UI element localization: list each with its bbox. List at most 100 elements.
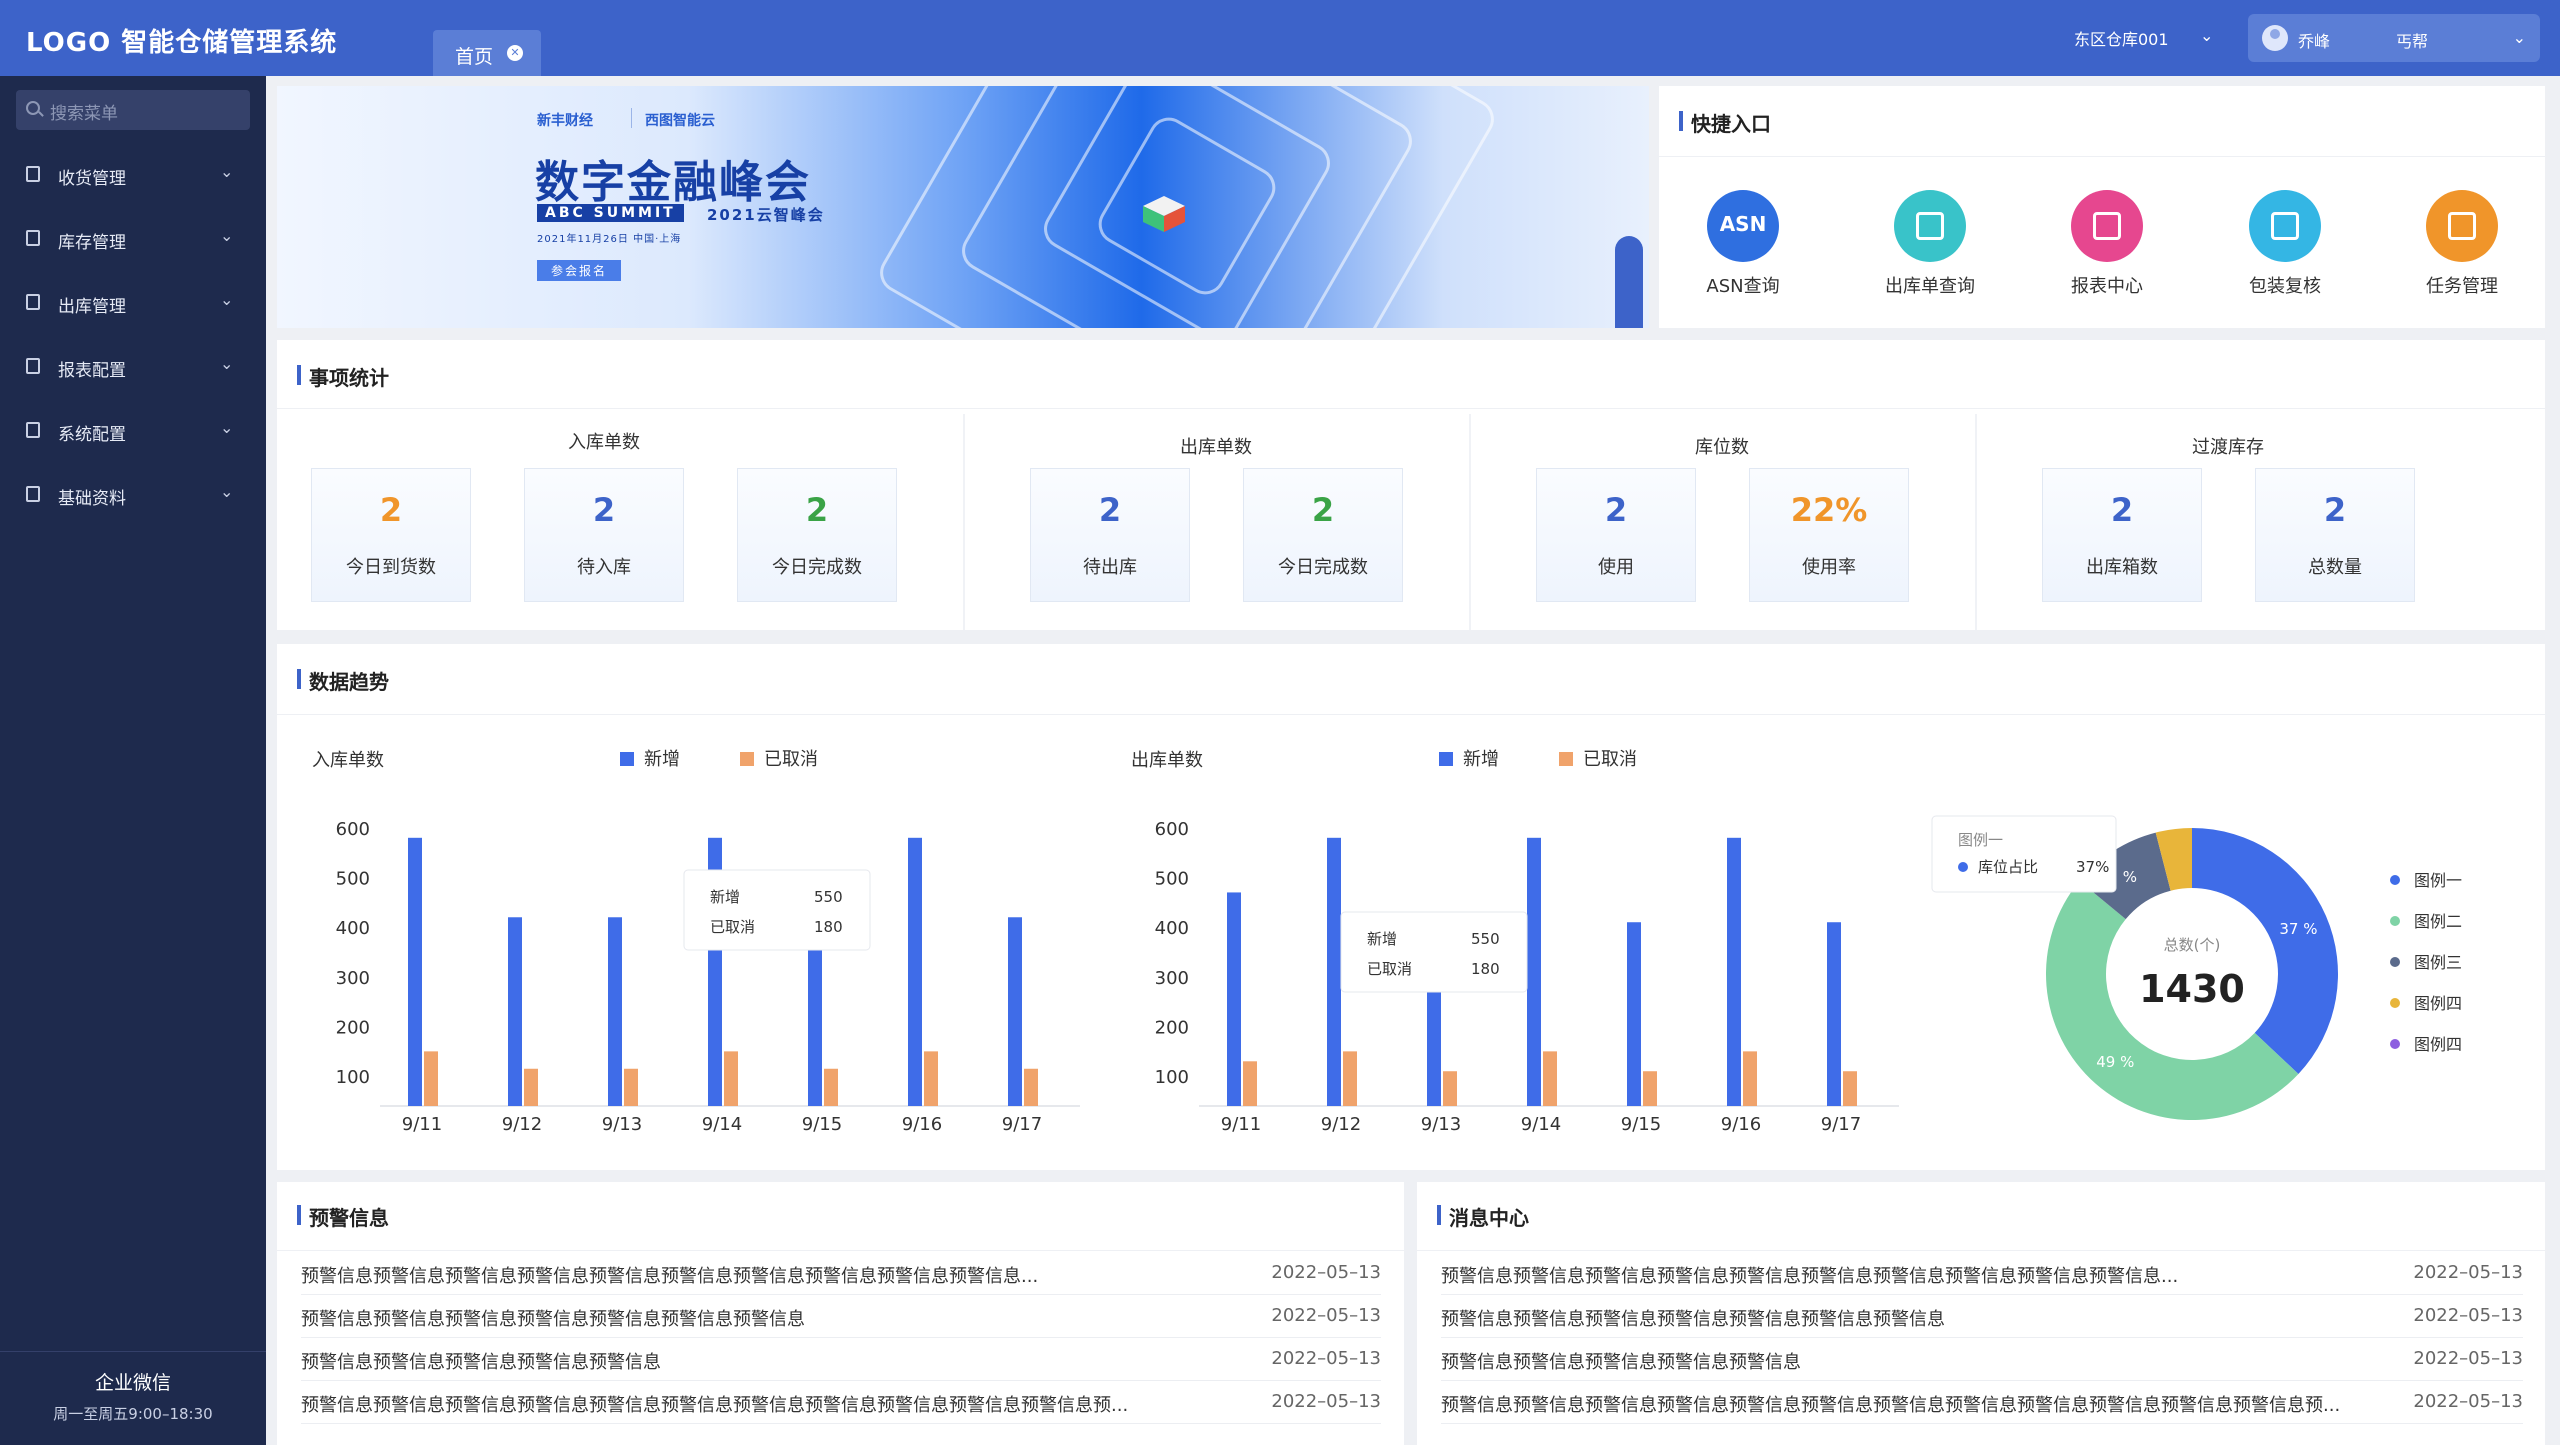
x-tick-label: 9/12	[502, 1114, 542, 1135]
panel-title: 预警信息	[297, 1202, 389, 1231]
user-menu[interactable]: 乔峰 丐帮 ⌄	[2248, 14, 2540, 62]
quick-label-package[interactable]: 包装复核	[2215, 272, 2355, 298]
report-chart-icon[interactable]	[2071, 190, 2143, 262]
top-header: LOGO 智能仓储管理系统 首页 ✕ 东区仓库001 ⌄ 乔峰 丐帮 ⌄	[0, 0, 2560, 76]
sidebar-item-outbound[interactable]: 出库管理 ⌄	[0, 284, 266, 324]
bar-new	[1827, 922, 1841, 1106]
chart-tooltip: 新增 550 已取消 180	[1340, 911, 1528, 993]
app-logo-title: LOGO 智能仓储管理系统	[26, 28, 338, 58]
list-item[interactable]: 预警信息预警信息预警信息预警信息预警信息预警信息预警信息预警信息预警信息预警信息…	[301, 1381, 1381, 1424]
bar-new	[408, 837, 422, 1106]
quick-label-task[interactable]: 任务管理	[2392, 272, 2532, 298]
slice-label: %	[2123, 868, 2137, 886]
stat-card[interactable]: 2 待入库	[524, 468, 684, 602]
banner-divider	[631, 108, 632, 128]
asn-icon-text: ASN	[1719, 212, 1767, 236]
bar-new	[1727, 837, 1741, 1106]
stat-value: 2	[1311, 491, 1335, 529]
list-item[interactable]: 预警信息预警信息预警信息预警信息预警信息预警信息预警信息预警信息预警信息预警信息…	[1441, 1252, 2523, 1295]
sidebar-item-base-data[interactable]: 基础资料 ⌄	[0, 476, 266, 516]
package-check-icon[interactable]	[2249, 190, 2321, 262]
banner-headline: 数字金融峰会	[535, 157, 811, 208]
y-tick-label: 500	[1155, 869, 1189, 890]
y-tick-label: 400	[336, 918, 370, 939]
bar-new	[608, 917, 622, 1106]
y-tick-label: 400	[1155, 918, 1189, 939]
stat-card[interactable]: 2 总数量	[2255, 468, 2415, 602]
outbound-query-icon[interactable]	[1894, 190, 1966, 262]
tooltip-value: 550	[1471, 930, 1500, 948]
legend-label: 图例二	[2414, 912, 2462, 931]
x-tick-label: 9/17	[1821, 1114, 1861, 1135]
x-tick-label: 9/14	[702, 1114, 742, 1135]
stat-label: 今日完成数	[772, 557, 862, 578]
warehouse-selector[interactable]: 东区仓库001	[2074, 26, 2169, 50]
legend-label: 图例四	[2414, 1035, 2462, 1054]
sidebar-item-receiving[interactable]: 收货管理 ⌄	[0, 156, 266, 196]
tooltip-title: 图例一	[1958, 831, 2003, 849]
tab-home[interactable]: 首页 ✕	[433, 30, 541, 76]
stat-card[interactable]: 2 今日到货数	[311, 468, 471, 602]
chevron-down-icon[interactable]: ⌄	[2200, 26, 2213, 45]
avatar	[2262, 25, 2288, 51]
quick-entry-panel: 快捷入口 ASN ASN查询 出库单查询 报表中心 包装复核 任务管理	[1659, 86, 2545, 328]
y-tick-label: 500	[336, 869, 370, 890]
stat-label: 总数量	[2308, 557, 2362, 578]
y-tick-label: 100	[1155, 1067, 1189, 1088]
inbound-bar-chart: 入库单数 新增 已取消1002003004005006009/11 9/12 9/13 9…	[312, 749, 1080, 1135]
stat-label: 待入库	[577, 557, 631, 578]
banner-brand-1: 新丰财经	[537, 113, 593, 129]
x-tick-label: 9/11	[402, 1114, 442, 1135]
stat-card[interactable]: 2 出库箱数	[2042, 468, 2202, 602]
stat-label: 今日到货数	[346, 557, 436, 578]
list-item[interactable]: 预警信息预警信息预警信息预警信息预警信息 2022–05–13	[1441, 1338, 2523, 1381]
tooltip-label: 新增	[710, 888, 740, 906]
bar-cancelled	[1024, 1068, 1038, 1106]
task-list-icon[interactable]	[2426, 190, 2498, 262]
list-item[interactable]: 预警信息预警信息预警信息预警信息预警信息预警信息预警信息 2022–05–13	[1441, 1295, 2523, 1338]
bar-new	[908, 837, 922, 1106]
bar-cancelled	[1243, 1061, 1257, 1106]
stat-card[interactable]: 2 今日完成数	[737, 468, 897, 602]
tab-home-label: 首页	[455, 46, 494, 68]
sidebar-item-inventory[interactable]: 库存管理 ⌄	[0, 220, 266, 260]
tooltip-box	[1340, 911, 1528, 993]
quick-label-asn[interactable]: ASN查询	[1673, 272, 1813, 298]
stat-card[interactable]: 22% 使用率	[1749, 468, 1909, 602]
bar-cancelled	[824, 1068, 838, 1106]
chevron-down-icon: ⌄	[220, 290, 234, 309]
sidebar-item-label: 基础资料	[58, 489, 126, 509]
sidebar-item-report-config[interactable]: 报表配置 ⌄	[0, 348, 266, 388]
list-item[interactable]: 预警信息预警信息预警信息预警信息预警信息 2022–05–13	[301, 1338, 1381, 1381]
legend-swatch	[1559, 752, 1573, 766]
message-date: 2022–05–13	[2413, 1391, 2523, 1412]
tooltip-value: 180	[1471, 960, 1500, 978]
y-axis-label: 入库单数	[312, 750, 384, 771]
panel-title: 快捷入口	[1679, 108, 1771, 137]
quick-label-outbound[interactable]: 出库单查询	[1860, 272, 2000, 298]
divider	[963, 414, 965, 630]
promo-banner[interactable]: 新丰财经 西图智能云 数字金融峰会 ABC SUMMIT 2021云智峰会 20…	[277, 86, 1649, 328]
bar-cancelled	[724, 1051, 738, 1106]
chevron-down-icon: ⌄	[220, 354, 234, 373]
stat-card[interactable]: 2 今日完成数	[1243, 468, 1403, 602]
search-input[interactable]: 搜索菜单	[16, 90, 250, 130]
list-item[interactable]: 预警信息预警信息预警信息预警信息预警信息预警信息预警信息预警信息预警信息预警信息…	[301, 1252, 1381, 1295]
list-item[interactable]: 预警信息预警信息预警信息预警信息预警信息预警信息预警信息 2022–05–13	[301, 1295, 1381, 1338]
legend-label: 新增	[644, 749, 680, 770]
tooltip-marker	[1958, 862, 1968, 872]
asn-icon[interactable]: ASN	[1707, 190, 1779, 262]
sidebar-item-system-config[interactable]: 系统配置 ⌄	[0, 412, 266, 452]
quick-label-report[interactable]: 报表中心	[2037, 272, 2177, 298]
list-item[interactable]: 预警信息预警信息预警信息预警信息预警信息预警信息预警信息预警信息预警信息预警信息…	[1441, 1381, 2523, 1424]
y-tick-label: 300	[1155, 968, 1189, 989]
side-float-tab[interactable]	[1615, 236, 1643, 328]
stat-card[interactable]: 2 待出库	[1030, 468, 1190, 602]
inventory-icon	[26, 230, 40, 246]
search-icon	[26, 101, 40, 115]
signup-button[interactable]: 参会报名	[537, 260, 622, 281]
chevron-down-icon: ⌄	[2512, 28, 2526, 47]
stat-card[interactable]: 2 使用	[1536, 468, 1696, 602]
location-donut-chart: 37 %49 %%总数(个)1430图例一库位占比 37%图例一图例二图例三图例四…	[1931, 815, 2462, 1120]
close-icon[interactable]: ✕	[507, 45, 523, 61]
